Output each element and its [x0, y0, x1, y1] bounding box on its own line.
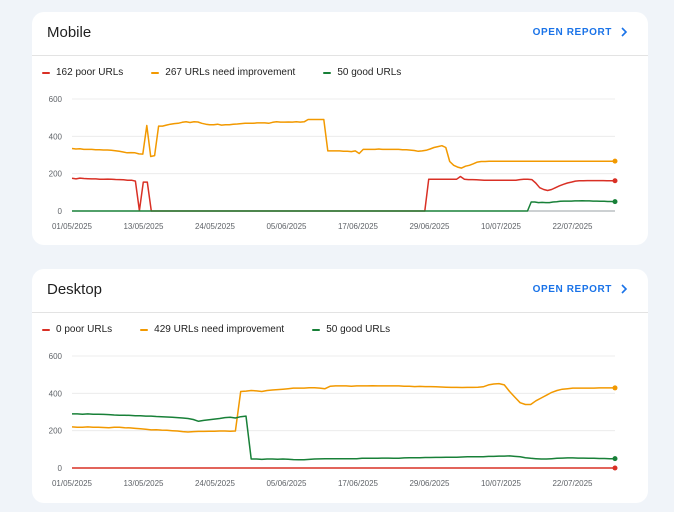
series-line	[72, 413, 615, 461]
y-tick-label: 400	[49, 132, 63, 141]
series-end-point	[612, 158, 618, 164]
series-end-point	[612, 178, 618, 184]
y-tick-label: 0	[58, 207, 63, 216]
x-tick-label: 05/06/2025	[266, 479, 307, 488]
x-tick-label: 10/07/2025	[481, 222, 522, 231]
x-tick-label: 29/06/2025	[409, 222, 450, 231]
y-tick-label: 600	[49, 352, 63, 361]
x-tick-label: 24/05/2025	[195, 222, 236, 231]
x-tick-label: 01/05/2025	[52, 479, 93, 488]
y-tick-label: 0	[58, 464, 63, 473]
x-tick-label: 05/06/2025	[266, 222, 307, 231]
x-tick-label: 29/06/2025	[409, 479, 450, 488]
series-line	[71, 175, 615, 212]
y-tick-label: 200	[49, 170, 63, 179]
x-tick-label: 17/06/2025	[338, 479, 379, 488]
series-end-point	[612, 465, 618, 471]
desktop-card: Desktop OPEN REPORT 0 poor URLs 429 URLs…	[32, 269, 648, 503]
series-end-point	[612, 385, 618, 391]
x-tick-label: 22/07/2025	[552, 222, 593, 231]
x-tick-label: 13/05/2025	[123, 222, 164, 231]
y-tick-label: 200	[49, 427, 63, 436]
x-tick-label: 13/05/2025	[123, 479, 164, 488]
y-tick-label: 600	[49, 95, 63, 104]
x-tick-label: 24/05/2025	[195, 479, 236, 488]
mobile-chart: 0 200 400 600 01/05/2025 13/05/2025 24/05/2025…	[49, 95, 618, 231]
desktop-chart: 0 200 400 600 01/05/2025 13/05/2025 24/05/2025…	[49, 352, 618, 488]
x-tick-label: 22/07/2025	[552, 479, 593, 488]
x-tick-label: 10/07/2025	[481, 479, 522, 488]
series-line	[71, 382, 615, 433]
series-line	[71, 118, 615, 169]
series-end-point	[612, 456, 618, 462]
series-line	[72, 199, 616, 212]
mobile-card: Mobile OPEN REPORT 162 poor URLs 267 URL…	[32, 12, 648, 245]
y-tick-label: 400	[49, 389, 63, 398]
x-tick-label: 17/06/2025	[338, 222, 379, 231]
series-end-point	[612, 199, 618, 205]
x-tick-label: 01/05/2025	[52, 222, 93, 231]
